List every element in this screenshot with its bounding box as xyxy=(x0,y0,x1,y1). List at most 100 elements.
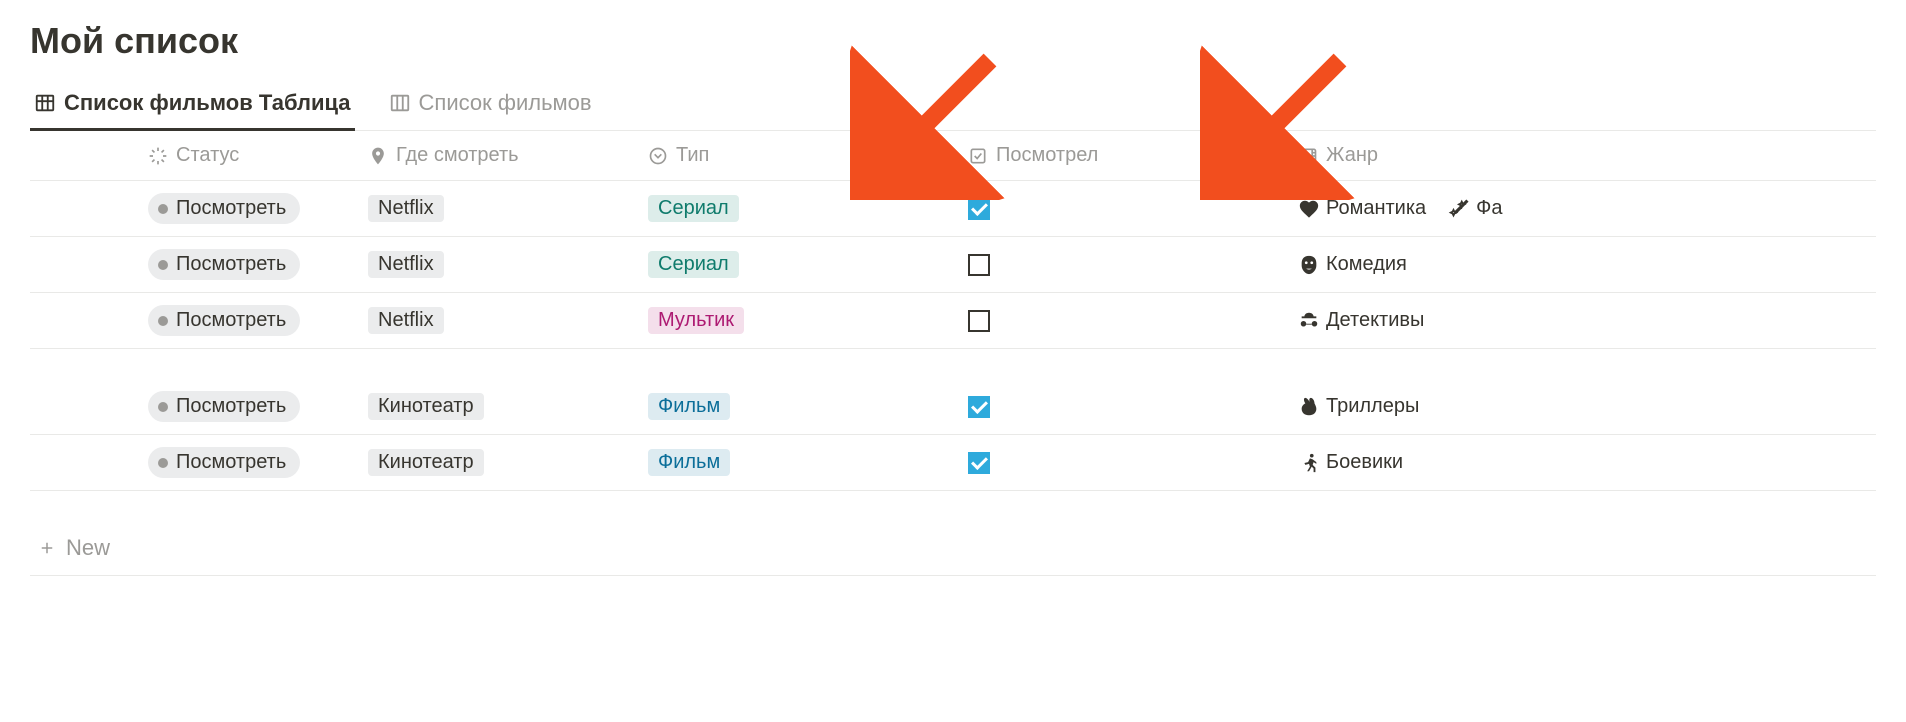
cell-where[interactable]: Netflix xyxy=(360,187,640,230)
spy-icon xyxy=(1298,310,1320,332)
cell-status[interactable]: Посмотреть xyxy=(140,297,360,344)
cell-type[interactable]: Сериал xyxy=(640,187,960,230)
genre-tag[interactable]: Комедия xyxy=(1298,253,1407,276)
table-row-group: Посмотреть Netflix Сериал Романтика Фа xyxy=(30,181,1876,349)
cell-watched[interactable] xyxy=(960,302,1290,340)
cell-watched[interactable] xyxy=(960,388,1290,426)
table-row-group: Посмотреть Кинотеатр Фильм Триллеры Посм… xyxy=(30,379,1876,491)
where-tag[interactable]: Кинотеатр xyxy=(368,393,484,420)
column-header-status[interactable]: Статус xyxy=(140,134,360,177)
mask-icon xyxy=(1298,254,1320,276)
status-tag[interactable]: Посмотреть xyxy=(148,305,300,336)
column-label: Тип xyxy=(676,144,709,167)
type-tag[interactable]: Сериал xyxy=(648,251,739,278)
status-dot-icon xyxy=(158,260,168,270)
genre-tag[interactable]: Триллеры xyxy=(1298,395,1419,418)
group-gap xyxy=(30,491,1876,521)
tab-label: Список фильмов Таблица xyxy=(64,90,351,116)
cell-type[interactable]: Фильм xyxy=(640,385,960,428)
cell-where[interactable]: Кинотеатр xyxy=(360,385,640,428)
table-row[interactable]: Посмотреть Netflix Сериал Романтика Фа xyxy=(30,181,1876,237)
tab-board-view[interactable]: Список фильмов xyxy=(385,82,596,131)
tab-label: Список фильмов xyxy=(419,90,592,116)
cell-watched[interactable] xyxy=(960,444,1290,482)
group-gap xyxy=(30,349,1876,379)
cell-status[interactable]: Посмотреть xyxy=(140,185,360,232)
watched-checkbox[interactable] xyxy=(968,310,990,332)
page-title[interactable]: Мой список xyxy=(30,20,1876,62)
status-tag[interactable]: Посмотреть xyxy=(148,391,300,422)
row-spacer xyxy=(30,201,140,217)
column-label: Статус xyxy=(176,144,239,167)
film-icon xyxy=(1298,146,1318,166)
cell-where[interactable]: Netflix xyxy=(360,299,640,342)
where-tag[interactable]: Netflix xyxy=(368,195,444,222)
type-tag[interactable]: Фильм xyxy=(648,393,730,420)
where-tag[interactable]: Netflix xyxy=(368,251,444,278)
type-tag[interactable]: Мультик xyxy=(648,307,744,334)
cell-status[interactable]: Посмотреть xyxy=(140,241,360,288)
cell-genre[interactable]: Романтика Фа xyxy=(1290,189,1790,228)
watched-checkbox[interactable] xyxy=(968,452,990,474)
cell-where[interactable]: Netflix xyxy=(360,243,640,286)
status-dot-icon xyxy=(158,458,168,468)
heart-icon xyxy=(1298,198,1320,220)
cell-type[interactable]: Сериал xyxy=(640,243,960,286)
status-tag[interactable]: Посмотреть xyxy=(148,193,300,224)
genre-label: Детективы xyxy=(1326,309,1424,332)
status-tag[interactable]: Посмотреть xyxy=(148,249,300,280)
watched-checkbox[interactable] xyxy=(968,396,990,418)
genre-tag[interactable]: Фа xyxy=(1448,197,1502,220)
run-icon xyxy=(1298,452,1320,474)
cell-status[interactable]: Посмотреть xyxy=(140,383,360,430)
status-label: Посмотреть xyxy=(176,395,286,418)
board-icon xyxy=(389,92,411,114)
rabbit-icon xyxy=(1298,396,1320,418)
cell-type[interactable]: Мультик xyxy=(640,299,960,342)
table-icon xyxy=(34,92,56,114)
where-tag[interactable]: Кинотеатр xyxy=(368,449,484,476)
tab-table-view[interactable]: Список фильмов Таблица xyxy=(30,82,355,131)
view-tabs: Список фильмов Таблица Список фильмов xyxy=(30,82,1876,131)
cell-where[interactable]: Кинотеатр xyxy=(360,441,640,484)
watched-checkbox[interactable] xyxy=(968,198,990,220)
row-spacer xyxy=(30,455,140,471)
where-tag[interactable]: Netflix xyxy=(368,307,444,334)
column-header-where[interactable]: Где смотреть xyxy=(360,134,640,177)
new-row-label: New xyxy=(66,535,110,561)
watched-checkbox[interactable] xyxy=(968,254,990,276)
cell-status[interactable]: Посмотреть xyxy=(140,439,360,486)
type-tag[interactable]: Сериал xyxy=(648,195,739,222)
cell-genre[interactable]: Комедия xyxy=(1290,245,1790,284)
cell-genre[interactable]: Детективы xyxy=(1290,301,1790,340)
column-label: Где смотреть xyxy=(396,144,519,167)
select-icon xyxy=(648,146,668,166)
genre-tag[interactable]: Детективы xyxy=(1298,309,1424,332)
genre-tag[interactable]: Боевики xyxy=(1298,451,1403,474)
status-tag[interactable]: Посмотреть xyxy=(148,447,300,478)
genre-label: Боевики xyxy=(1326,451,1403,474)
table-row[interactable]: Посмотреть Кинотеатр Фильм Триллеры xyxy=(30,379,1876,435)
table-row[interactable]: Посмотреть Кинотеатр Фильм Боевики xyxy=(30,435,1876,491)
new-row-button[interactable]: New xyxy=(30,521,1876,576)
cell-watched[interactable] xyxy=(960,246,1290,284)
cell-watched[interactable] xyxy=(960,190,1290,228)
cell-genre[interactable]: Триллеры xyxy=(1290,387,1790,426)
cell-type[interactable]: Фильм xyxy=(640,441,960,484)
column-header-watched[interactable]: Посмотрел xyxy=(960,134,1290,177)
database-table: Статус Где смотреть Тип Посмотрел Жанр xyxy=(30,131,1876,576)
column-header-type[interactable]: Тип xyxy=(640,134,960,177)
cell-genre[interactable]: Боевики xyxy=(1290,443,1790,482)
status-dot-icon xyxy=(158,316,168,326)
genre-tag[interactable]: Романтика xyxy=(1298,197,1426,220)
plus-icon xyxy=(38,539,56,557)
genre-label: Триллеры xyxy=(1326,395,1419,418)
table-row[interactable]: Посмотреть Netflix Сериал Комедия xyxy=(30,237,1876,293)
checkbox-icon xyxy=(968,146,988,166)
magic-icon xyxy=(1448,198,1470,220)
table-row[interactable]: Посмотреть Netflix Мультик Детективы xyxy=(30,293,1876,349)
column-header-genre[interactable]: Жанр xyxy=(1290,134,1790,177)
row-spacer xyxy=(30,399,140,415)
status-dot-icon xyxy=(158,402,168,412)
type-tag[interactable]: Фильм xyxy=(648,449,730,476)
